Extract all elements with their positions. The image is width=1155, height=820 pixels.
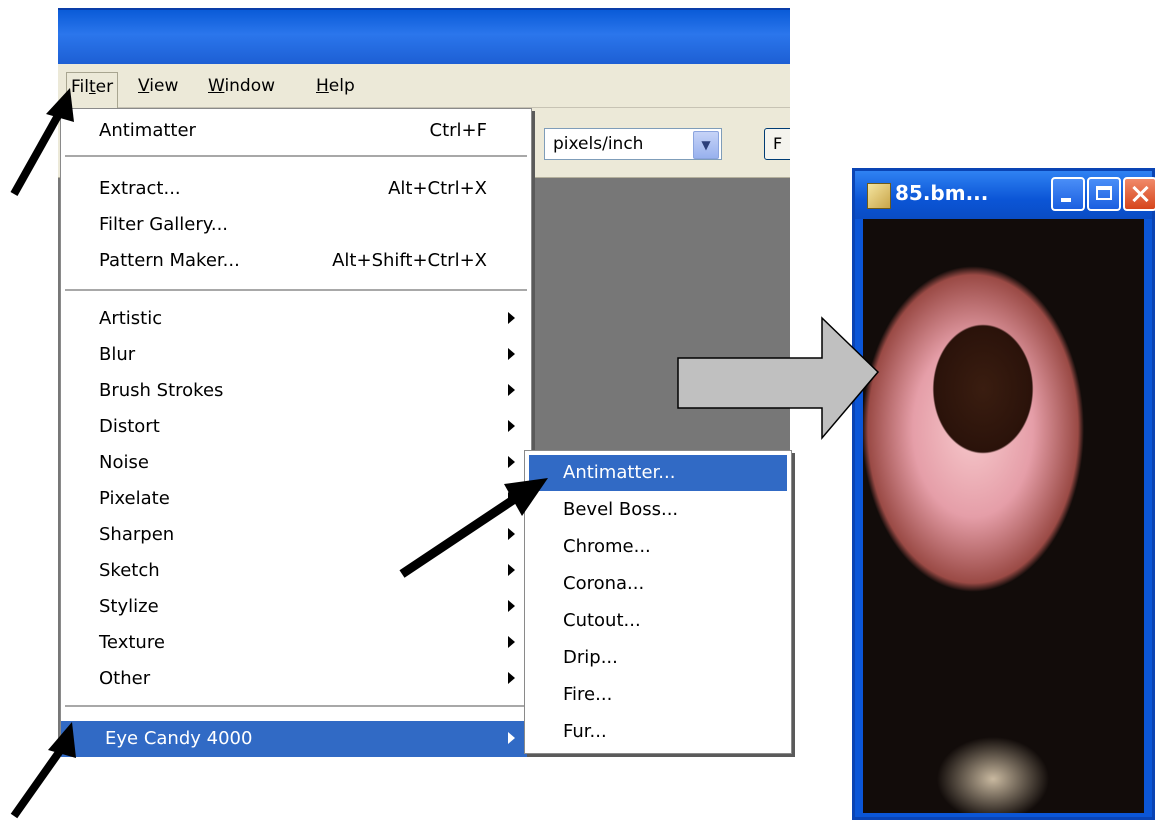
- arrow-filter-menu: [10, 88, 74, 196]
- annotation-layer: [10, 88, 880, 819]
- result-arrow: [677, 316, 880, 441]
- arrow-eye-candy: [10, 722, 76, 819]
- arrow-antimatter: [399, 478, 548, 578]
